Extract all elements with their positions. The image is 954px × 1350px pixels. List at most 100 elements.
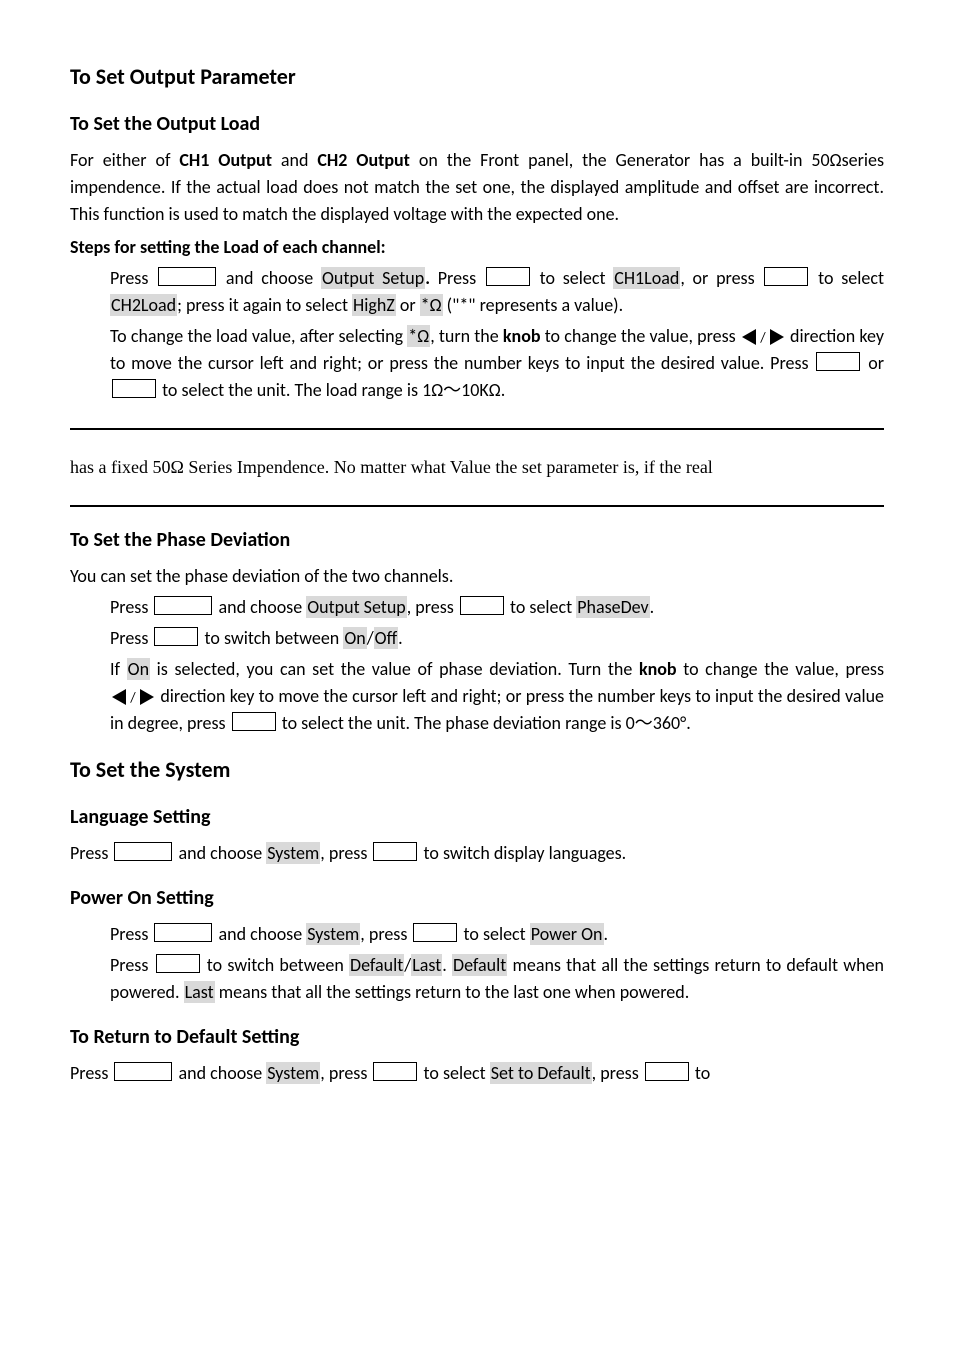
phase-line: Press and choose Output Setup, press to … <box>110 594 884 621</box>
ch2-label: CH2 Output <box>317 149 410 171</box>
softkey-button[interactable] <box>373 842 417 861</box>
text: and <box>272 149 317 171</box>
text: Press <box>110 627 152 649</box>
knob-label: knob <box>639 658 677 680</box>
ch1-label: CH1 Output <box>179 149 272 171</box>
text: , press <box>360 923 411 945</box>
utility-button[interactable] <box>114 1062 172 1081</box>
power-line: Press and choose System, press to select… <box>110 921 884 948</box>
divider <box>70 428 884 430</box>
text: . <box>442 954 452 976</box>
softkey-button[interactable] <box>112 379 156 398</box>
heading-language: Language Setting <box>70 802 884 832</box>
softkey-button[interactable] <box>645 1062 689 1081</box>
text: to <box>691 1062 710 1084</box>
heading-set-system: To Set the System <box>70 753 884 786</box>
text: Press <box>430 267 484 289</box>
phase-line: If On is selected, you can set the value… <box>110 656 884 737</box>
steps-label: Steps for setting the Load of each chann… <box>70 234 884 261</box>
return-default-line: Press and choose System, press to select… <box>70 1060 884 1087</box>
text: , press <box>407 596 458 618</box>
heading-power-on: Power On Setting <box>70 883 884 913</box>
text: ; press it again to select <box>177 294 352 316</box>
text: to change the value, press <box>677 658 884 680</box>
text: and choose <box>214 923 306 945</box>
text: to switch display languages. <box>419 842 626 864</box>
output-setup-label: Output Setup <box>321 267 425 289</box>
left-right-arrow-icon: / <box>112 688 154 706</box>
heading-return-default: To Return to Default Setting <box>70 1022 884 1052</box>
text: , press <box>320 842 371 864</box>
softkey-button[interactable] <box>156 954 200 973</box>
power-on-label: Power On <box>530 923 604 945</box>
step-line: Press and choose Output Setup. Press to … <box>110 265 884 319</box>
text: to change the value, press <box>541 325 740 347</box>
output-setup-label: Output Setup <box>306 596 407 618</box>
text: to select the unit. The load range is 1Ω… <box>158 379 505 401</box>
softkey-button[interactable] <box>460 596 504 615</box>
text: to switch between <box>202 954 349 976</box>
text: to select <box>532 267 613 289</box>
text: ("*" represents a value). <box>443 294 624 316</box>
softkey-button[interactable] <box>373 1062 417 1081</box>
utility-button[interactable] <box>114 842 172 861</box>
text: Press <box>110 596 152 618</box>
intro-paragraph: For either of CH1 Output and CH2 Output … <box>70 147 884 228</box>
softkey-button[interactable] <box>154 627 198 646</box>
highz-label: HighZ <box>352 294 396 316</box>
softkey-button[interactable] <box>486 267 530 286</box>
text: to switch between <box>200 627 343 649</box>
text: Press <box>110 923 152 945</box>
divider <box>70 505 884 507</box>
text: Press <box>110 954 154 976</box>
ch2load-label: CH2Load <box>110 294 177 316</box>
text: / <box>367 627 374 649</box>
text: to select <box>419 1062 489 1084</box>
text: . <box>604 923 609 945</box>
ch1load-label: CH1Load <box>613 267 680 289</box>
heading-phase-deviation: To Set the Phase Deviation <box>70 525 884 555</box>
left-right-arrow-icon: / <box>742 328 784 346</box>
text: , press <box>592 1062 643 1084</box>
text: , turn the <box>430 325 503 347</box>
default-label: Default <box>452 954 507 976</box>
language-line: Press and choose System, press to switch… <box>70 840 884 867</box>
step-line: To change the load value, after selectin… <box>110 323 884 404</box>
on-label: On <box>127 658 150 680</box>
power-line: Press to switch between Default/Last. De… <box>110 952 884 1006</box>
knob-label: knob <box>503 325 541 347</box>
system-label: System <box>266 842 320 864</box>
phase-intro: You can set the phase deviation of the t… <box>70 563 884 590</box>
default-label: Default <box>349 954 404 976</box>
text: For either of <box>70 149 179 171</box>
on-label: On <box>343 627 366 649</box>
text: means that all the settings return to th… <box>215 981 690 1003</box>
text: Press <box>110 267 156 289</box>
text: , press <box>320 1062 371 1084</box>
text: and choose <box>218 267 321 289</box>
text: . <box>650 596 655 618</box>
text: to select the unit. The phase deviation … <box>278 712 691 734</box>
softkey-button[interactable] <box>232 712 276 731</box>
serif-note: has a fixed 50Ω Series Impendence. No ma… <box>70 454 884 481</box>
utility-button[interactable] <box>158 267 216 286</box>
text: to select <box>459 923 529 945</box>
utility-button[interactable] <box>154 596 212 615</box>
softkey-button[interactable] <box>764 267 808 286</box>
svg-text:/: / <box>129 689 136 706</box>
softkey-button[interactable] <box>413 923 457 942</box>
softkey-button[interactable] <box>816 352 860 371</box>
text: To change the load value, after selectin… <box>110 325 407 347</box>
text: or <box>862 352 884 374</box>
system-label: System <box>306 923 360 945</box>
last-label: Last <box>411 954 442 976</box>
star-omega-label: *Ω <box>407 325 430 347</box>
text: or <box>396 294 420 316</box>
system-label: System <box>266 1062 320 1084</box>
svg-text:/: / <box>759 329 766 346</box>
utility-button[interactable] <box>154 923 212 942</box>
text: is selected, you can set the value of ph… <box>150 658 639 680</box>
text: Steps for setting the Load of each chann… <box>70 236 386 258</box>
text: If <box>110 658 127 680</box>
phasedev-label: PhaseDev <box>576 596 649 618</box>
